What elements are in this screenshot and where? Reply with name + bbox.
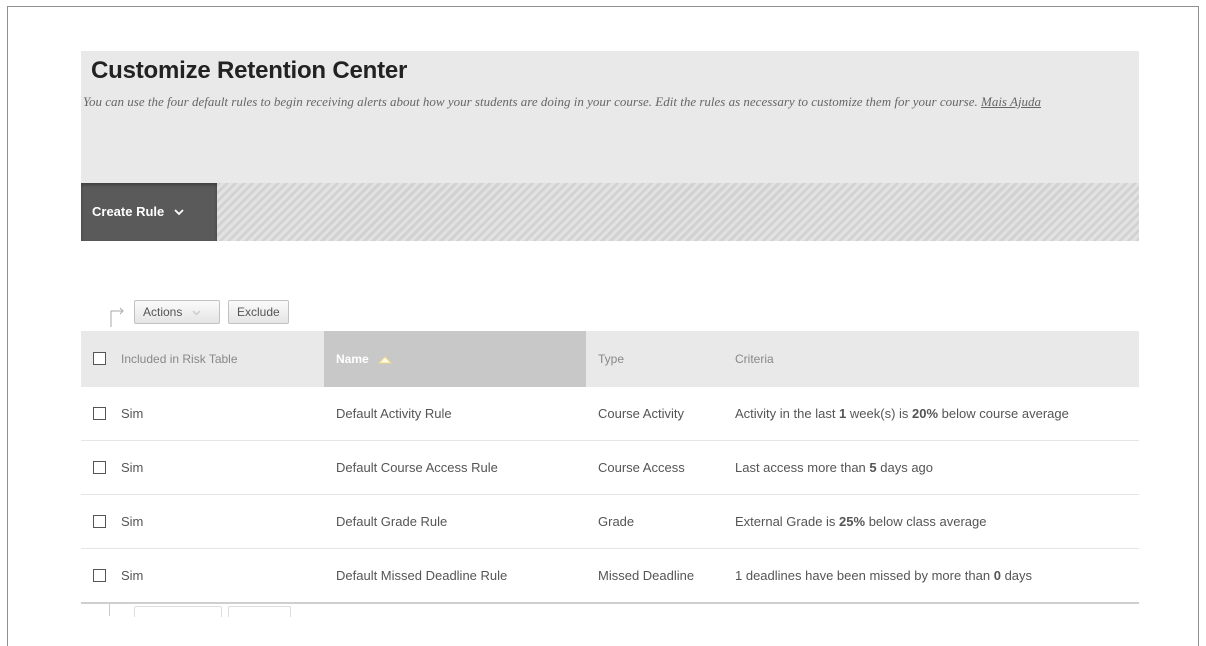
action-toolbar: Create Rule (81, 183, 1139, 241)
row-checkbox[interactable] (93, 515, 106, 528)
table-row: Sim Default Missed Deadline Rule Missed … (81, 549, 1139, 604)
actions-label: Actions (143, 305, 183, 319)
criteria-text: days (1000, 568, 1033, 583)
table-row: Sim Default Course Access Rule Course Ac… (81, 441, 1139, 495)
column-header-criteria[interactable]: Criteria (726, 331, 1139, 387)
exclude-button[interactable]: Exclude (228, 300, 289, 324)
criteria-text: External Grade is (735, 514, 840, 529)
rule-type-cell: Course Access (598, 460, 685, 475)
criteria-text: below course average (938, 406, 1069, 421)
criteria-value: 20% (912, 406, 939, 421)
criteria-text: days ago (876, 460, 934, 475)
rule-criteria-cell: Last access more than 5 days ago (726, 441, 1139, 494)
page-description-text: You can use the four default rules to be… (83, 94, 978, 109)
criteria-value: 5 (869, 460, 877, 475)
table-row: Sim Default Activity Rule Course Activit… (81, 387, 1139, 441)
help-link[interactable]: Mais Ajuda (981, 94, 1041, 109)
included-cell: Sim (121, 568, 144, 583)
rule-criteria-cell: 1 deadlines have been missed by more tha… (726, 549, 1139, 602)
criteria-text: below class average (865, 514, 987, 529)
sort-ascending-icon (377, 332, 393, 388)
criteria-text: Activity in the last (735, 406, 840, 421)
bottom-exclude-button[interactable] (228, 606, 291, 617)
bottom-actions-bar (106, 604, 291, 617)
rule-type-cell: Missed Deadline (598, 568, 695, 583)
row-checkbox[interactable] (93, 407, 106, 420)
rule-criteria-cell: Activity in the last 1 week(s) is 20% be… (726, 387, 1139, 440)
page-header: Customize Retention Center You can use t… (81, 51, 1139, 183)
row-checkbox[interactable] (93, 461, 106, 474)
criteria-text: week(s) is (846, 406, 913, 421)
rule-name-cell[interactable]: Default Grade Rule (324, 495, 586, 548)
table-row: Sim Default Grade Rule Grade External Gr… (81, 495, 1139, 549)
column-header-type[interactable]: Type (586, 331, 726, 387)
page-title: Customize Retention Center (91, 57, 408, 84)
select-arrow-icon (109, 306, 125, 328)
rule-name-cell[interactable]: Default Activity Rule (324, 387, 586, 440)
chevron-down-icon (174, 185, 184, 243)
create-rule-label: Create Rule (92, 204, 165, 219)
actions-button[interactable]: Actions (134, 300, 220, 324)
select-all-checkbox[interactable] (93, 352, 106, 365)
criteria-value: 25% (839, 514, 866, 529)
column-header-name-label: Name (336, 352, 369, 366)
rule-name-cell[interactable]: Default Course Access Rule (324, 441, 586, 494)
create-rule-button[interactable]: Create Rule (81, 183, 217, 241)
rule-name-cell[interactable]: Default Missed Deadline Rule (324, 549, 586, 602)
row-checkbox[interactable] (93, 569, 106, 582)
table-header: Included in Risk Table Name Type Criteri… (81, 331, 1139, 387)
chevron-down-icon (192, 308, 201, 318)
rule-type-cell: Course Activity (598, 406, 684, 421)
rule-type-cell: Grade (598, 514, 635, 529)
bottom-actions-button[interactable] (134, 606, 222, 617)
divider (109, 604, 110, 616)
column-header-included[interactable]: Included in Risk Table (121, 331, 321, 387)
included-cell: Sim (121, 514, 144, 529)
included-cell: Sim (121, 460, 144, 475)
rule-criteria-cell: External Grade is 25% below class averag… (726, 495, 1139, 548)
page-description: You can use the four default rules to be… (83, 91, 1141, 112)
column-header-name[interactable]: Name (324, 331, 586, 387)
criteria-value: 0 (993, 568, 1001, 583)
rules-table: Included in Risk Table Name Type Criteri… (81, 331, 1139, 604)
included-cell: Sim (121, 406, 144, 421)
criteria-text: 1 deadlines have been missed by more tha… (735, 568, 994, 583)
criteria-text: Last access more than (735, 460, 870, 475)
